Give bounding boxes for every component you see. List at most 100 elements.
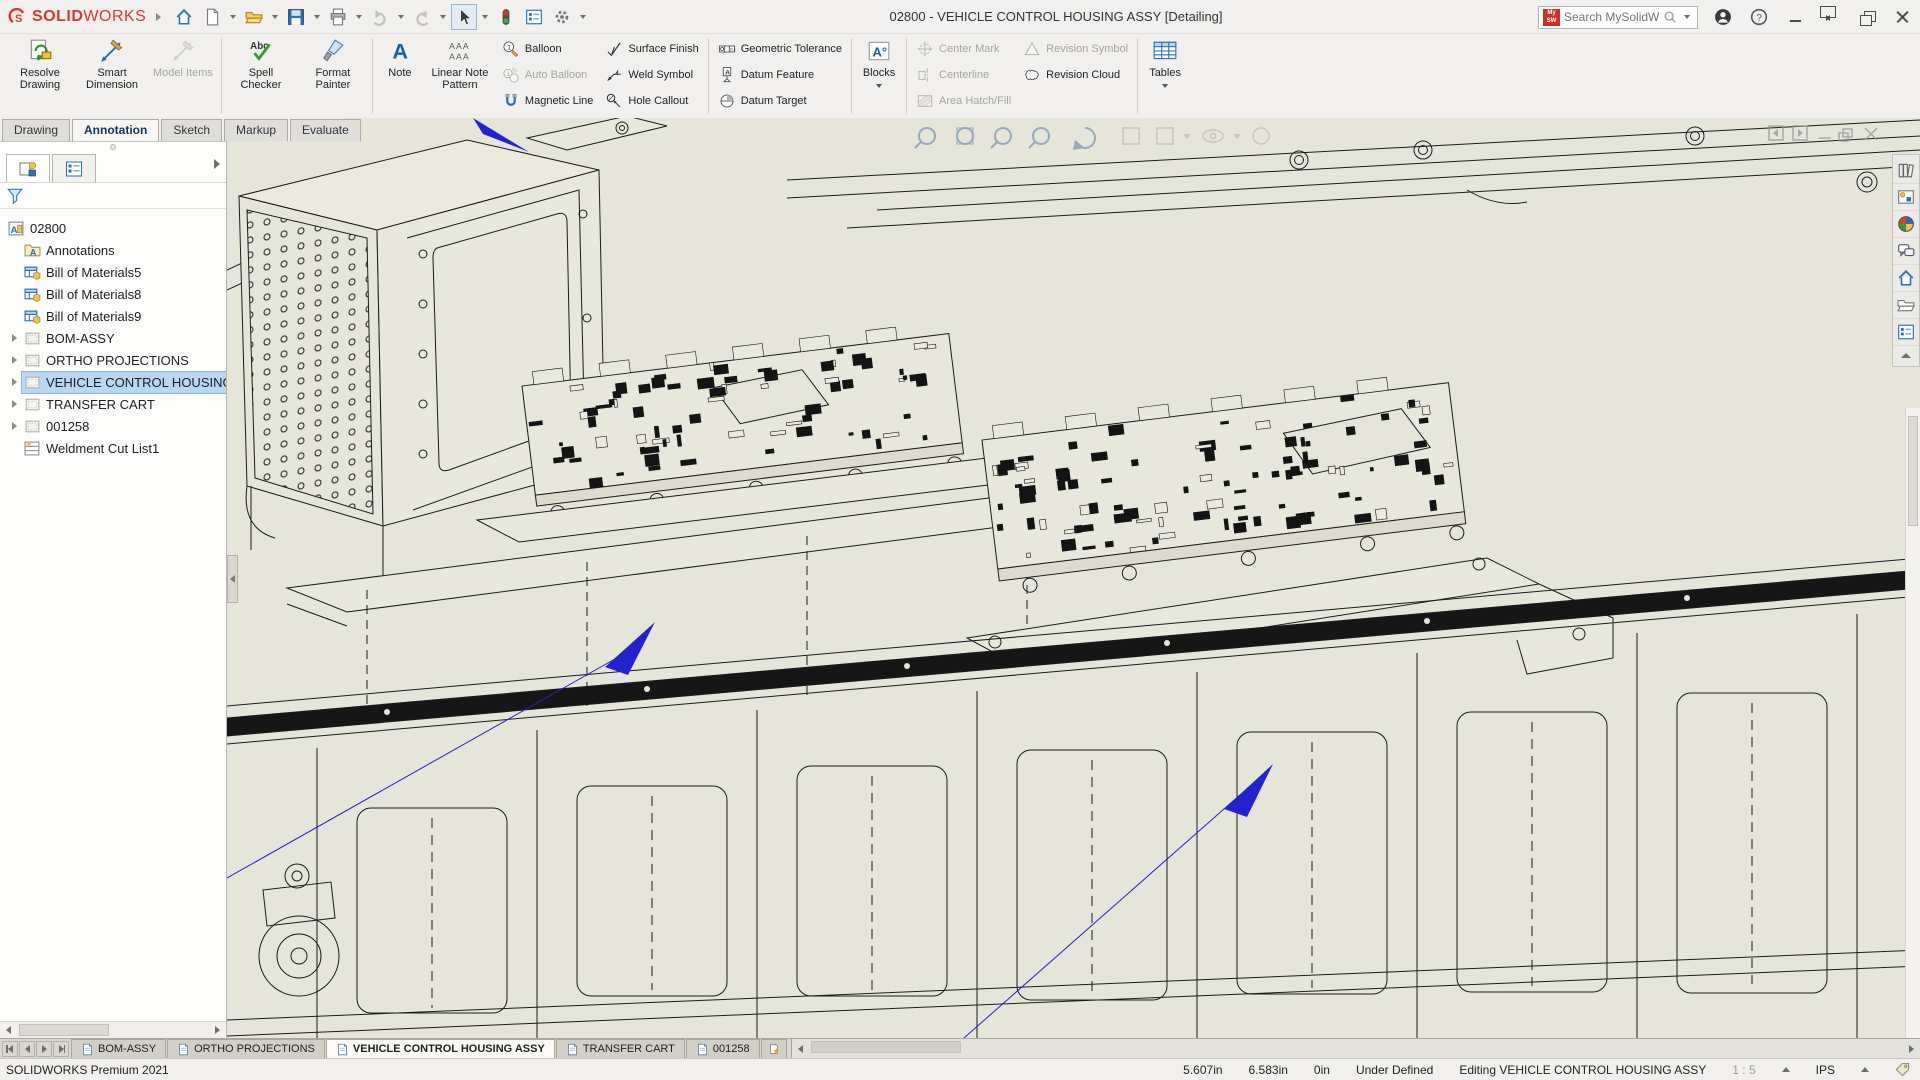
tree-item-weldment-cut-list1[interactable]: Weldment Cut List1 — [0, 437, 226, 459]
datum-target-button[interactable]: Datum Target — [712, 88, 848, 114]
command-tab-sketch[interactable]: Sketch — [161, 119, 222, 141]
redo-button[interactable] — [409, 4, 435, 30]
heads-up-toolbar[interactable] — [915, 128, 1269, 150]
search-icon[interactable] — [1663, 10, 1677, 24]
scroll-track[interactable] — [809, 1039, 1903, 1058]
hole-callout-button[interactable]: Hole Callout — [599, 88, 704, 114]
tables-button[interactable]: Tables — [1141, 34, 1189, 118]
search-scope-caret[interactable] — [1684, 15, 1690, 19]
open-button[interactable] — [241, 4, 267, 30]
select-caret[interactable] — [482, 15, 488, 19]
expand-arrow[interactable] — [6, 400, 22, 408]
menu-expand-caret[interactable] — [156, 13, 161, 21]
new-document-caret[interactable] — [230, 15, 236, 19]
minimize-button[interactable] — [1784, 6, 1806, 28]
tree-item-transfer-cart[interactable]: TRANSFER CART — [0, 393, 226, 415]
unit-system[interactable]: IPS — [1816, 1063, 1835, 1077]
new-document-button[interactable] — [199, 4, 225, 30]
tree-item-bill-of-materials5[interactable]: Bill of Materials5 — [0, 261, 226, 283]
tree-item-bom-assy[interactable]: BOM-ASSY — [0, 327, 226, 349]
auto-balloon-button[interactable]: Auto Balloon — [496, 62, 600, 88]
undo-caret[interactable] — [398, 15, 404, 19]
next-sheet-button[interactable] — [36, 1041, 52, 1057]
sheet-scale[interactable]: 1 : 5 — [1732, 1063, 1755, 1077]
help-button[interactable] — [1748, 6, 1770, 28]
search-input[interactable] — [1564, 10, 1659, 24]
vertical-scroll-thumb[interactable] — [1908, 416, 1918, 526]
scroll-left-button[interactable] — [792, 1041, 809, 1057]
search-box[interactable]: MySW — [1538, 6, 1698, 29]
panel-horizontal-scrollbar[interactable] — [0, 1021, 226, 1038]
scroll-left-button[interactable] — [0, 1022, 17, 1038]
taskpane-3d-content-central-button[interactable] — [1893, 211, 1919, 238]
sheet-tab-ortho-projections[interactable]: ORTHO PROJECTIONS — [167, 1039, 325, 1058]
tab-display-manager[interactable] — [52, 154, 96, 182]
blocks-caret[interactable] — [876, 84, 882, 88]
expand-arrow[interactable] — [6, 356, 22, 364]
resolve-drawing-button[interactable]: Resolve Drawing — [4, 34, 76, 118]
restore-button[interactable] — [1856, 6, 1878, 28]
vertical-scrollbar[interactable] — [1905, 408, 1920, 1038]
taskpane-open-file-button[interactable] — [1893, 292, 1919, 319]
surface-finish-button[interactable]: Surface Finish — [599, 36, 704, 62]
scroll-thumb[interactable] — [811, 1041, 961, 1053]
magnetic-line-button[interactable]: Magnetic Line — [496, 88, 600, 114]
panel-expand-arrow[interactable] — [214, 159, 220, 169]
scroll-track[interactable] — [17, 1022, 209, 1038]
scale-caret[interactable] — [1782, 1067, 1790, 1072]
taskpane-design-library-button[interactable] — [1893, 184, 1919, 211]
print-caret[interactable] — [356, 15, 362, 19]
linear-note-pattern-button[interactable]: Linear Note Pattern — [424, 34, 496, 118]
file-properties-button[interactable] — [521, 4, 547, 30]
panel-splitter-grip[interactable] — [0, 142, 226, 151]
balloon-button[interactable]: Balloon — [496, 36, 600, 62]
note-button[interactable]: Note — [376, 34, 424, 118]
scroll-thumb[interactable] — [19, 1024, 109, 1036]
taskpane-resources-button[interactable] — [1893, 157, 1919, 184]
center-mark-button[interactable]: Center Mark — [910, 36, 1017, 62]
tree-item-001258[interactable]: 001258 — [0, 415, 226, 437]
split-display-button[interactable] — [1820, 6, 1842, 28]
add-sheet-button[interactable] — [761, 1039, 787, 1058]
expand-arrow[interactable] — [6, 334, 22, 342]
sheet-tab-transfer-cart[interactable]: TRANSFER CART — [556, 1039, 685, 1058]
tree-item-ortho-projections[interactable]: ORTHO PROJECTIONS — [0, 349, 226, 371]
close-button[interactable] — [1892, 6, 1914, 28]
home-button[interactable] — [171, 4, 197, 30]
drawing-canvas[interactable] — [227, 118, 1920, 1038]
sheet-tab-bom-assy[interactable]: BOM-ASSY — [71, 1039, 166, 1058]
format-painter-button[interactable]: Format Painter — [297, 34, 369, 118]
command-tab-annotation[interactable]: Annotation — [72, 119, 159, 141]
datum-feature-button[interactable]: Datum Feature — [712, 62, 848, 88]
selection-filter-button[interactable] — [493, 4, 519, 30]
select-button[interactable] — [451, 4, 477, 30]
sheet-tab-001258[interactable]: 001258 — [686, 1039, 760, 1058]
tree-item-bill-of-materials9[interactable]: Bill of Materials9 — [0, 305, 226, 327]
command-tab-evaluate[interactable]: Evaluate — [290, 119, 361, 141]
taskpane-forum-button[interactable] — [1893, 238, 1919, 265]
graphics-horizontal-scrollbar[interactable] — [791, 1039, 1920, 1058]
scroll-right-button[interactable] — [1903, 1041, 1920, 1057]
redo-caret[interactable] — [440, 15, 446, 19]
tree-item-annotations[interactable]: Annotations — [0, 239, 226, 261]
last-sheet-button[interactable] — [53, 1041, 69, 1057]
weld-symbol-button[interactable]: Weld Symbol — [599, 62, 704, 88]
revision-symbol-button[interactable]: Revision Symbol — [1017, 36, 1134, 62]
tree-item-vehicle-control-housing-ass[interactable]: VEHICLE CONTROL HOUSING ASS — [0, 371, 226, 393]
expand-arrow[interactable] — [6, 378, 22, 386]
units-caret[interactable] — [1861, 1067, 1869, 1072]
blocks-button[interactable]: Blocks — [855, 34, 903, 118]
open-caret[interactable] — [272, 15, 278, 19]
command-tab-drawing[interactable]: Drawing — [2, 119, 70, 141]
revision-cloud-button[interactable]: Revision Cloud — [1017, 62, 1134, 88]
undo-button[interactable] — [367, 4, 393, 30]
options-button[interactable] — [549, 4, 575, 30]
centerline-button[interactable]: Centerline — [910, 62, 1017, 88]
user-account-button[interactable] — [1712, 6, 1734, 28]
geometric-tolerance-button[interactable]: Geometric Tolerance — [712, 36, 848, 62]
taskpane-home-button[interactable] — [1893, 265, 1919, 292]
spell-checker-button[interactable]: Spell Checker — [225, 34, 297, 118]
save-button[interactable] — [283, 4, 309, 30]
scroll-right-button[interactable] — [209, 1022, 226, 1038]
model-items-button[interactable]: Model Items — [148, 34, 218, 118]
